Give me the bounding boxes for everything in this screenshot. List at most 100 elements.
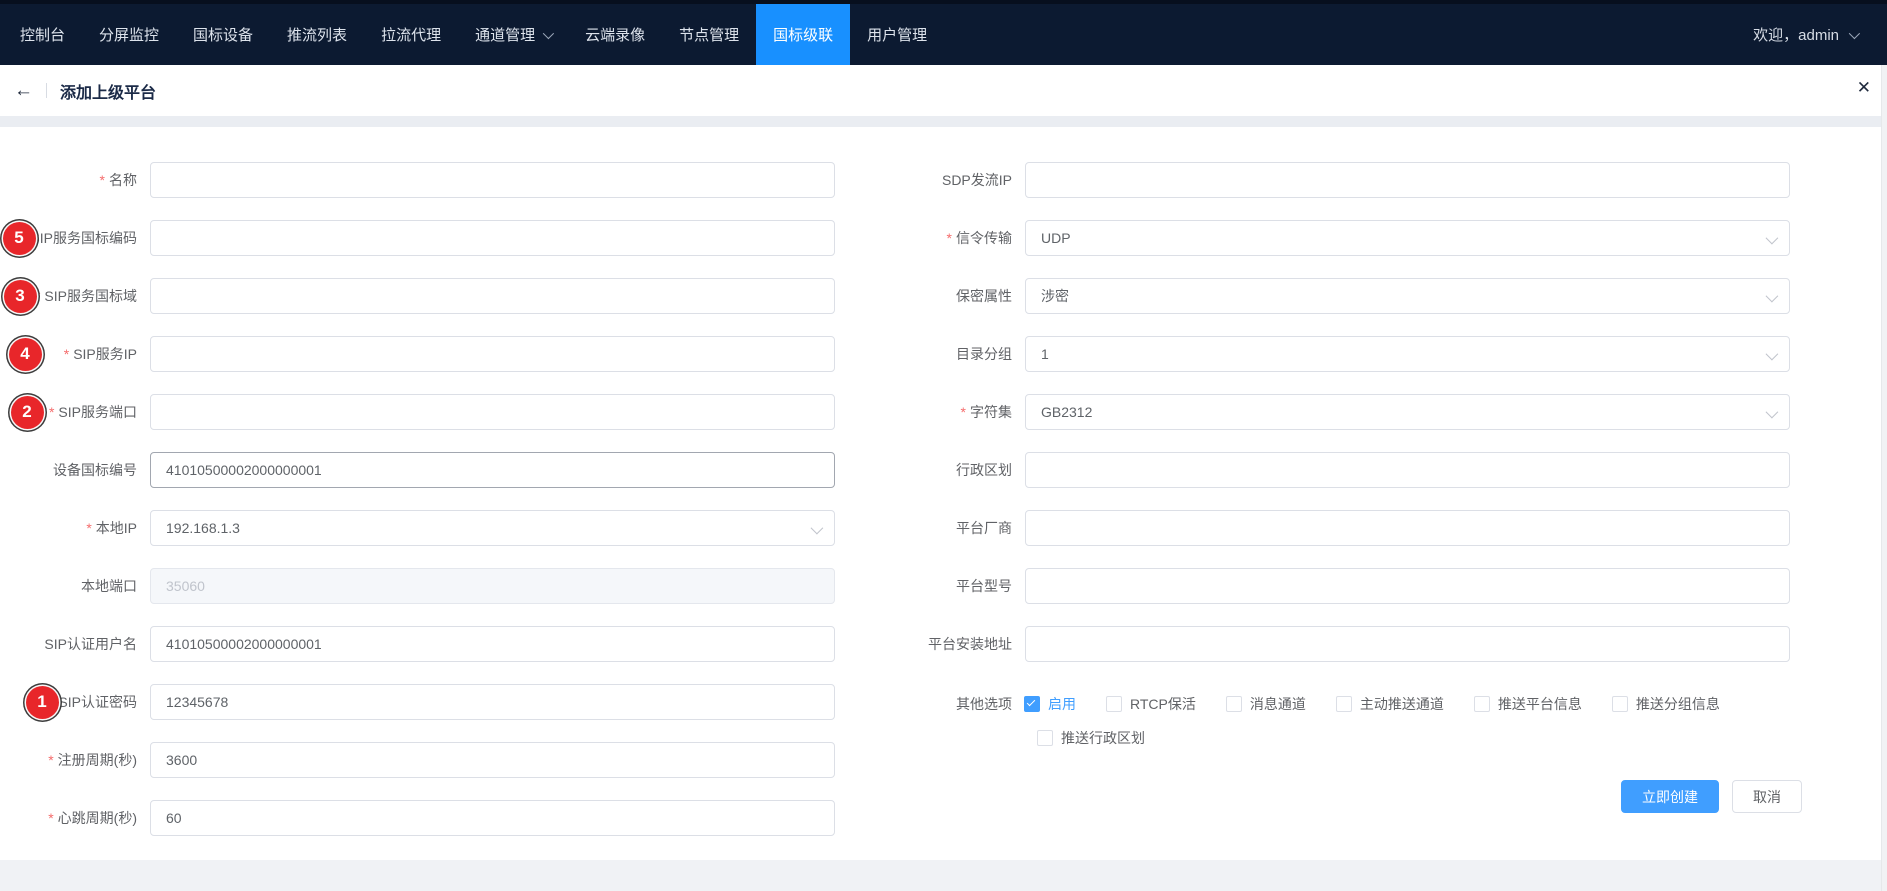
field-label-text: 设备国标编号: [53, 462, 137, 478]
nav-tab-user-management[interactable]: 用户管理: [850, 4, 944, 65]
close-icon[interactable]: ✕: [1857, 79, 1871, 96]
checkbox-message-channel[interactable]: 消息通道: [1226, 694, 1306, 714]
field-label-text: SIP服务国标域: [44, 288, 137, 304]
nav-tab-node-management[interactable]: 节点管理: [662, 4, 756, 65]
back-arrow-icon[interactable]: ←: [14, 81, 33, 100]
scrollbar[interactable]: [1881, 65, 1887, 891]
nav-items: 控制台分屏监控国标设备推流列表拉流代理通道管理 云端录像 节点管理 国标级联 用户管理: [0, 4, 944, 65]
field-label-text: 本地端口: [81, 578, 137, 594]
checkbox-active-push-channel[interactable]: 主动推送通道: [1336, 694, 1444, 714]
field-label-directory-group: 目录分组: [640, 344, 1025, 364]
form-column-right: SDP发流IP*信令传输UDP保密属性涉密目录分组1*字符集GB2312行政区划…: [640, 162, 1802, 684]
nav-tab-console[interactable]: 控制台: [3, 4, 82, 65]
nav-tab-gb-cascade[interactable]: 国标级联: [756, 4, 850, 65]
nav-tab-push-stream-list[interactable]: 推流列表: [270, 4, 364, 65]
checkbox-enable[interactable]: 启用: [1024, 694, 1076, 714]
annotation-badge-number: 1: [37, 692, 46, 712]
nav-tab-label: 国标级联: [773, 24, 833, 45]
other-options-label: 其他选项: [0, 694, 1024, 714]
annotation-badge-4: 4: [9, 338, 42, 371]
field-label-charset: *字符集: [640, 402, 1025, 422]
field-label-text: SIP服务端口: [58, 404, 137, 420]
checkbox-group-row2: 推送行政区划: [1037, 728, 1175, 748]
platform-install-address-input[interactable]: [1025, 626, 1790, 662]
checkbox-unchecked-icon: [1226, 696, 1242, 712]
checkbox-push-platform-info[interactable]: 推送平台信息: [1474, 694, 1582, 714]
checkbox-push-admin-division[interactable]: 推送行政区划: [1037, 728, 1145, 748]
checkbox-push-group-info[interactable]: 推送分组信息: [1612, 694, 1720, 714]
required-asterisk: *: [947, 230, 952, 246]
required-asterisk: *: [86, 520, 91, 536]
field-label-text: 平台安装地址: [928, 636, 1012, 652]
field-label-text: 保密属性: [956, 288, 1012, 304]
nav-tab-label: 通道管理: [475, 24, 535, 45]
checkbox-unchecked-icon: [1336, 696, 1352, 712]
page-title: 添加上级平台: [60, 79, 156, 103]
field-label-secrecy-attribute: 保密属性: [640, 286, 1025, 306]
nav-tab-cloud-recording[interactable]: 云端录像: [568, 4, 662, 65]
register-period-input[interactable]: 3600: [150, 742, 835, 778]
chevron-down-icon: [1849, 27, 1860, 38]
field-label-name: *名称: [0, 170, 150, 190]
nav-tab-label: 用户管理: [867, 24, 927, 45]
nav-tab-label: 控制台: [20, 24, 65, 45]
field-label-register-period: *注册周期(秒): [0, 750, 150, 770]
nav-tab-split-screen-monitor[interactable]: 分屏监控: [82, 4, 176, 65]
signal-transport-select[interactable]: UDP: [1025, 220, 1790, 256]
annotation-badge-2: 2: [11, 396, 44, 429]
field-label-platform-install-address: 平台安装地址: [640, 634, 1025, 654]
field-value: 60: [166, 801, 182, 835]
field-label-text: 字符集: [970, 404, 1012, 420]
annotation-badge-number: 3: [15, 286, 24, 306]
field-label-signal-transport: *信令传输: [640, 228, 1025, 248]
directory-group-select[interactable]: 1: [1025, 336, 1790, 372]
form-field-charset: *字符集GB2312: [640, 394, 1802, 430]
sdp-send-ip-input[interactable]: [1025, 162, 1790, 198]
field-label-text: 信令传输: [956, 230, 1012, 246]
field-value: 192.168.1.3: [166, 511, 240, 545]
nav-tab-label: 云端录像: [585, 24, 645, 45]
field-value: UDP: [1041, 221, 1071, 255]
cancel-button[interactable]: 取消: [1732, 780, 1802, 813]
field-label-platform-model: 平台型号: [640, 576, 1025, 596]
heartbeat-period-input[interactable]: 60: [150, 800, 835, 836]
platform-model-input[interactable]: [1025, 568, 1790, 604]
form-field-secrecy-attribute: 保密属性涉密: [640, 278, 1802, 314]
checkbox-label: 推送行政区划: [1061, 728, 1145, 748]
field-label-device-gb-code: 设备国标编号: [0, 460, 150, 480]
secrecy-attribute-select[interactable]: 涉密: [1025, 278, 1790, 314]
admin-division-input[interactable]: [1025, 452, 1790, 488]
checkbox-unchecked-icon: [1106, 696, 1122, 712]
charset-select[interactable]: GB2312: [1025, 394, 1790, 430]
field-label-text: 名称: [109, 172, 137, 188]
other-options-row: 其他选项 启用 RTCP保活 消息通道 主动推送通道 推送平台信息 推送分组信息: [0, 694, 1802, 714]
field-label-text: SIP认证用户名: [44, 636, 137, 652]
checkbox-label: 启用: [1048, 694, 1076, 714]
field-value: 1: [1041, 337, 1049, 371]
chevron-down-icon: [1766, 406, 1779, 419]
field-label-local-port: 本地端口: [0, 576, 150, 596]
annotation-badge-1: 1: [26, 686, 59, 719]
field-label-text: 行政区划: [956, 462, 1012, 478]
platform-vendor-input[interactable]: [1025, 510, 1790, 546]
form-field-platform-model: 平台型号: [640, 568, 1802, 604]
header-divider: [46, 83, 47, 98]
nav-tab-channel-management[interactable]: 通道管理: [458, 4, 568, 65]
checkbox-label: 推送平台信息: [1498, 694, 1582, 714]
field-label-platform-vendor: 平台厂商: [640, 518, 1025, 538]
checkbox-unchecked-icon: [1037, 730, 1053, 746]
checkbox-label: 消息通道: [1250, 694, 1306, 714]
nav-tab-label: 节点管理: [679, 24, 739, 45]
chevron-down-icon: [1766, 232, 1779, 245]
checkbox-rtcp-keepalive[interactable]: RTCP保活: [1106, 694, 1196, 714]
nav-tab-pull-stream-proxy[interactable]: 拉流代理: [364, 4, 458, 65]
checkbox-checked-icon: [1024, 696, 1040, 712]
nav-tab-gb-devices[interactable]: 国标设备: [176, 4, 270, 65]
create-button[interactable]: 立即创建: [1621, 780, 1719, 813]
form-actions: 立即创建 取消: [1037, 780, 1802, 813]
field-label-text: 心跳周期(秒): [58, 810, 137, 826]
chevron-down-icon: [543, 27, 554, 38]
required-asterisk: *: [64, 346, 69, 362]
user-menu[interactable]: 欢迎，admin: [1753, 4, 1887, 65]
checkbox-label: 主动推送通道: [1360, 694, 1444, 714]
